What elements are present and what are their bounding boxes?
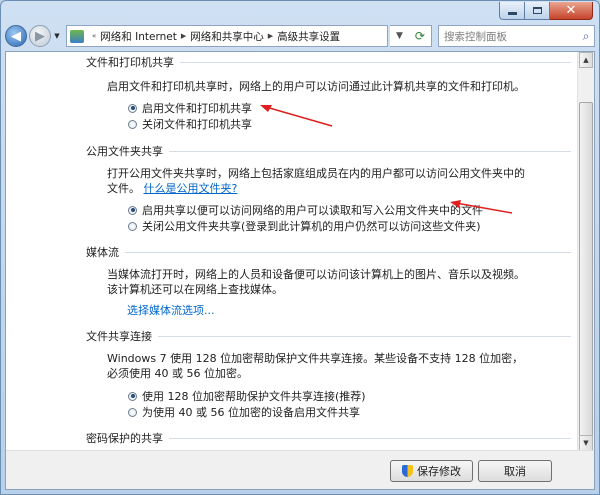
- radio-label: 关闭公用文件夹共享(登录到此计算机的用户仍然可以访问这些文件夹): [142, 220, 481, 233]
- address-tools: ▼ ⟳: [390, 25, 432, 47]
- breadcrumb-item-advanced-sharing[interactable]: 高级共享设置: [277, 29, 340, 44]
- refresh-icon[interactable]: ⟳: [415, 29, 425, 43]
- maximize-icon: [532, 7, 542, 14]
- section-divider: [125, 251, 571, 253]
- recent-pages-dropdown[interactable]: ▼: [52, 32, 62, 40]
- section-title: 公用文件夹共享: [86, 145, 163, 158]
- dialog-footer: 保存修改 取消: [6, 450, 594, 489]
- radio-label: 启用共享以便可以访问网络的用户可以读取和写入公用文件夹中的文件: [142, 204, 483, 217]
- caption-buttons: ✕: [499, 2, 593, 20]
- save-label: 保存修改: [417, 465, 461, 478]
- settings-scroll-area: 文件和打印机共享 启用文件和打印机共享时，网络上的用户可以访问通过此计算机共享的…: [6, 52, 577, 451]
- radio-enable-public-folder-sharing[interactable]: 启用共享以便可以访问网络的用户可以读取和写入公用文件夹中的文件: [128, 202, 483, 218]
- radio-button[interactable]: [128, 407, 137, 417]
- radio-enable-file-printer-sharing[interactable]: 启用文件和打印机共享: [128, 100, 252, 116]
- minimize-icon: [507, 12, 517, 15]
- radio-label: 关闭文件和打印机共享: [142, 118, 252, 131]
- link-text[interactable]: 选择媒体流选项...: [127, 304, 215, 317]
- section-title: 文件共享连接: [86, 330, 152, 343]
- section-header-public-folder: 公用文件夹共享: [86, 143, 577, 159]
- breadcrumb-separator-icon[interactable]: ▶: [181, 32, 186, 40]
- section-divider: [169, 437, 571, 439]
- search-input[interactable]: 搜索控制面板: [444, 29, 578, 44]
- radio-label: 使用 128 位加密帮助保护文件共享连接(推荐): [142, 390, 366, 403]
- vertical-scrollbar[interactable]: ▲ ▼: [577, 52, 594, 451]
- close-button[interactable]: ✕: [550, 2, 593, 20]
- radio-button-selected[interactable]: [128, 205, 137, 215]
- breadcrumb-separator-icon[interactable]: ▶: [268, 32, 273, 40]
- section-description: 当媒体流打开时，网络上的人员和设备便可以访问该计算机上的图片、音乐以及视频。该计…: [107, 268, 525, 296]
- cancel-button[interactable]: 取消: [478, 460, 552, 482]
- annotation-arrow-icon: [450, 200, 513, 214]
- scroll-thumb[interactable]: [579, 102, 593, 440]
- content-pane: 文件和打印机共享 启用文件和打印机共享时，网络上的用户可以访问通过此计算机共享的…: [5, 51, 595, 490]
- radio-button[interactable]: [128, 119, 137, 129]
- cancel-label: 取消: [504, 465, 526, 478]
- back-button[interactable]: ◀: [5, 25, 27, 47]
- close-icon: ✕: [565, 3, 577, 18]
- section-divider: [158, 335, 571, 337]
- radio-label: 启用文件和打印机共享: [142, 102, 252, 115]
- address-bar[interactable]: « 网络和 Internet ▶ 网络和共享中心 ▶ 高级共享设置: [66, 25, 388, 47]
- radio-disable-file-printer-sharing[interactable]: 关闭文件和打印机共享: [128, 116, 252, 132]
- search-box[interactable]: 搜索控制面板 ⌕: [438, 25, 595, 47]
- section-header-media-streaming: 媒体流: [86, 244, 577, 260]
- radio-button[interactable]: [128, 221, 137, 231]
- section-title: 媒体流: [86, 246, 119, 259]
- section-description: 打开公用文件夹共享时，网络上包括家庭组成员在内的用户都可以访问公用文件夹中的文件…: [107, 166, 525, 196]
- uac-shield-icon: [402, 465, 413, 477]
- section-divider: [180, 61, 571, 63]
- back-arrow-icon: ◀: [11, 28, 21, 44]
- scroll-down-button[interactable]: ▼: [579, 435, 593, 451]
- section-header-password-protected-sharing: 密码保护的共享: [86, 430, 577, 446]
- search-icon[interactable]: ⌕: [578, 29, 594, 44]
- radio-button-selected[interactable]: [128, 391, 137, 401]
- radio-40-56bit-encryption[interactable]: 为使用 40 或 56 位加密的设备启用文件共享: [128, 404, 360, 420]
- breadcrumb-item-network-internet[interactable]: 网络和 Internet: [100, 29, 177, 44]
- section-description: 启用文件和打印机共享时，网络上的用户可以访问通过此计算机共享的文件和打印机。: [107, 80, 525, 93]
- maximize-button[interactable]: [525, 2, 550, 20]
- what-is-public-folder-link[interactable]: 什么是公用文件夹?: [144, 182, 238, 195]
- minimize-button[interactable]: [499, 2, 525, 20]
- radio-disable-public-folder-sharing[interactable]: 关闭公用文件夹共享(登录到此计算机的用户仍然可以访问这些文件夹): [128, 218, 481, 234]
- radio-label: 为使用 40 或 56 位加密的设备启用文件共享: [142, 406, 360, 419]
- forward-arrow-icon: ▶: [35, 28, 45, 44]
- navigation-bar: ◀ ▶ ▼ « 网络和 Internet ▶ 网络和共享中心 ▶ 高级共享设置 …: [5, 23, 595, 49]
- annotation-arrow-icon: [260, 105, 333, 127]
- scroll-up-button[interactable]: ▲: [579, 52, 593, 68]
- save-changes-button[interactable]: 保存修改: [390, 460, 473, 482]
- forward-button[interactable]: ▶: [29, 25, 51, 47]
- section-title: 文件和打印机共享: [86, 56, 174, 69]
- section-header-file-printer: 文件和打印机共享: [86, 54, 577, 70]
- breadcrumb-overflow-icon[interactable]: «: [92, 32, 96, 40]
- control-panel-icon: [70, 29, 84, 43]
- section-description: Windows 7 使用 128 位加密帮助保护文件共享连接。某些设备不支持 1…: [107, 352, 524, 380]
- section-divider: [169, 150, 571, 152]
- section-header-file-sharing-connections: 文件共享连接: [86, 328, 577, 344]
- breadcrumb-item-network-sharing-center[interactable]: 网络和共享中心: [190, 29, 264, 44]
- radio-button-selected[interactable]: [128, 103, 137, 113]
- radio-128bit-encryption[interactable]: 使用 128 位加密帮助保护文件共享连接(推荐): [128, 388, 366, 404]
- section-title: 密码保护的共享: [86, 432, 163, 445]
- address-dropdown-icon[interactable]: ▼: [396, 31, 403, 41]
- choose-media-streaming-options-link[interactable]: 选择媒体流选项...: [127, 303, 545, 318]
- advanced-sharing-window: ✕ ◀ ▶ ▼ « 网络和 Internet ▶ 网络和共享中心 ▶ 高级共享设…: [0, 0, 600, 495]
